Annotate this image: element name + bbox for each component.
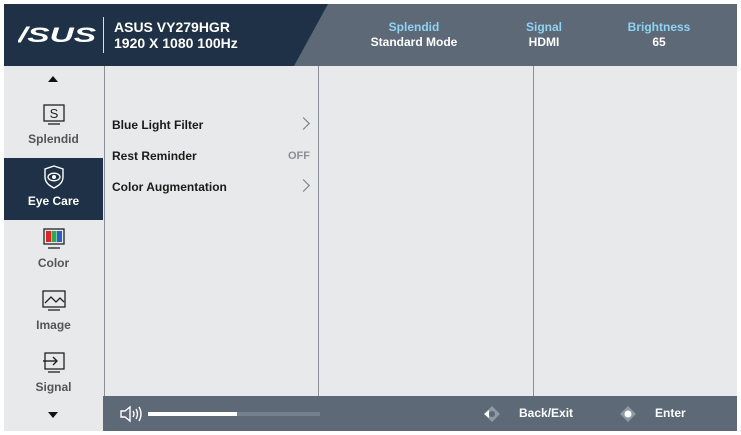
sidebar-item-color[interactable]: Color [4,220,103,282]
status-signal-label: Signal [525,20,562,34]
volume-icon [120,405,142,423]
status-signal: Signal HDMI [504,20,584,50]
back-exit-label: Back/Exit [519,406,574,420]
eye-care-icon [44,165,64,189]
chevron-right-icon [297,179,310,192]
menu-item-label: Blue Light Filter [112,118,204,132]
model-resolution: 1920 X 1080 100Hz [114,35,238,51]
image-icon [42,290,66,311]
joystick-press-icon [620,406,636,422]
volume-level-fill [148,412,238,416]
scroll-up-icon[interactable] [48,76,58,82]
detail-panel [534,66,737,396]
sidebar-item-label: Signal [35,380,72,394]
scroll-down-icon[interactable] [48,412,58,418]
menu-item-label: Color Augmentation [112,180,227,194]
sidebar-item-eye-care[interactable]: Eye Care [4,158,103,220]
sidebar-item-label: Splendid [28,132,79,146]
svg-text:S: S [50,106,59,121]
menu-item-rest-reminder[interactable]: Rest Reminder OFF [112,145,312,167]
sidebar-divider [104,66,105,396]
sidebar-item-splendid[interactable]: S Splendid [4,96,103,158]
menu-item-blue-light-filter[interactable]: Blue Light Filter [112,114,312,136]
joystick-left-icon [484,406,500,422]
rest-reminder-value: OFF [288,150,310,162]
menu-item-label: Rest Reminder [112,149,197,163]
main-menu-sidebar: S Splendid Eye Care Color Image Signal [4,66,103,431]
color-icon [43,228,65,249]
status-brightness-label: Brightness [627,20,691,34]
svg-text:/SUS: /SUS [18,25,96,45]
status-splendid: Splendid Standard Mode [354,20,474,50]
volume-slider[interactable] [148,412,320,416]
model-name: ASUS VY279HGR [114,19,230,35]
sidebar-item-label: Image [36,318,71,332]
monitor-osd: /SUS ASUS VY279HGR 1920 X 1080 100Hz Spl… [4,4,737,431]
enter-label: Enter [655,406,686,420]
sidebar-item-label: Eye Care [27,194,80,208]
sidebar-item-signal[interactable]: Signal [4,344,103,406]
splendid-icon: S [43,104,65,125]
status-splendid-label: Splendid [388,20,440,34]
monitor-model: ASUS VY279HGR 1920 X 1080 100Hz [114,19,238,51]
sidebar-item-label: Color [37,256,70,270]
signal-icon [43,352,65,373]
chevron-right-icon [297,117,310,130]
menu-item-color-augmentation[interactable]: Color Augmentation [112,176,312,198]
status-brightness: Brightness 65 [614,20,704,50]
logo-divider [103,17,104,53]
option-panel [319,66,533,396]
status-brightness-value: 65 [652,35,666,49]
osd-footer: Back/Exit Enter [103,396,737,431]
status-splendid-value: Standard Mode [370,35,458,49]
sidebar-item-image[interactable]: Image [4,282,103,344]
asus-logo: /SUS [18,25,96,45]
status-signal-value: HDMI [528,35,560,49]
